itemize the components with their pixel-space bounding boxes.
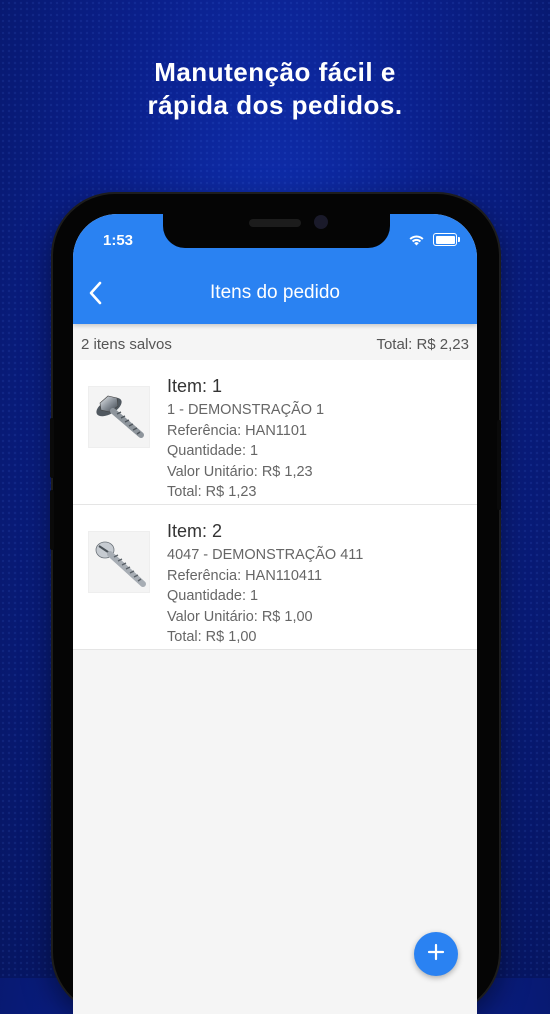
product-image bbox=[88, 386, 150, 448]
item-details: Item: 2 4047 - DEMONSTRAÇÃO 411 Referênc… bbox=[167, 521, 363, 648]
list-item[interactable]: Item: 1 1 - DEMONSTRAÇÃO 1 Referência: H… bbox=[73, 360, 477, 505]
slotted-screw-image bbox=[95, 541, 146, 587]
power-button bbox=[497, 420, 501, 510]
volume-down-button bbox=[50, 490, 54, 550]
status-time: 1:53 bbox=[103, 232, 134, 249]
product-image bbox=[88, 531, 150, 593]
add-item-button[interactable] bbox=[414, 932, 458, 976]
item-title: Item: 1 bbox=[167, 376, 223, 396]
status-icons bbox=[408, 233, 460, 246]
item-title: Item: 2 bbox=[167, 521, 223, 541]
phone-speaker bbox=[249, 219, 301, 227]
front-camera bbox=[314, 215, 328, 229]
item-reference: Referência: HAN1101 bbox=[167, 422, 307, 439]
marketing-headline: Manutenção fácil e rápida dos pedidos. bbox=[0, 56, 550, 122]
wifi-icon bbox=[408, 234, 425, 246]
item-details: Item: 1 1 - DEMONSTRAÇÃO 1 Referência: H… bbox=[167, 376, 324, 503]
page-title: Itens do pedido bbox=[210, 282, 340, 303]
order-summary: 2 itens salvos Total: R$ 2,23 bbox=[73, 324, 477, 364]
headline-line-2: rápida dos pedidos. bbox=[147, 90, 403, 120]
item-product: 1 - DEMONSTRAÇÃO 1 bbox=[167, 402, 325, 418]
hex-washer-screw-image bbox=[96, 395, 144, 438]
list-item[interactable]: Item: 2 4047 - DEMONSTRAÇÃO 411 Referênc… bbox=[73, 505, 477, 650]
volume-up-button bbox=[50, 418, 54, 478]
saved-items-count: 2 itens salvos bbox=[81, 335, 172, 353]
order-total: Total: R$ 2,23 bbox=[376, 335, 469, 353]
item-quantity: Quantidade: 1 bbox=[167, 588, 259, 604]
item-unit-value: Valor Unitário: R$ 1,23 bbox=[167, 463, 313, 480]
item-total: Total: R$ 1,23 bbox=[167, 484, 257, 500]
headline-line-1: Manutenção fácil e bbox=[154, 57, 396, 87]
item-reference: Referência: HAN110411 bbox=[167, 567, 323, 584]
item-unit-value: Valor Unitário: R$ 1,00 bbox=[167, 608, 313, 625]
item-total: Total: R$ 1,00 bbox=[167, 629, 257, 645]
items-list: Item: 1 1 - DEMONSTRAÇÃO 1 Referência: H… bbox=[73, 360, 477, 650]
item-quantity: Quantidade: 1 bbox=[167, 443, 259, 459]
plus-icon bbox=[427, 943, 445, 966]
battery-icon bbox=[433, 233, 460, 246]
phone-screen: 1:53 Itens do pedido 2 itens salvos Tota… bbox=[73, 214, 477, 1014]
item-product: 4047 - DEMONSTRAÇÃO 411 bbox=[167, 547, 364, 563]
